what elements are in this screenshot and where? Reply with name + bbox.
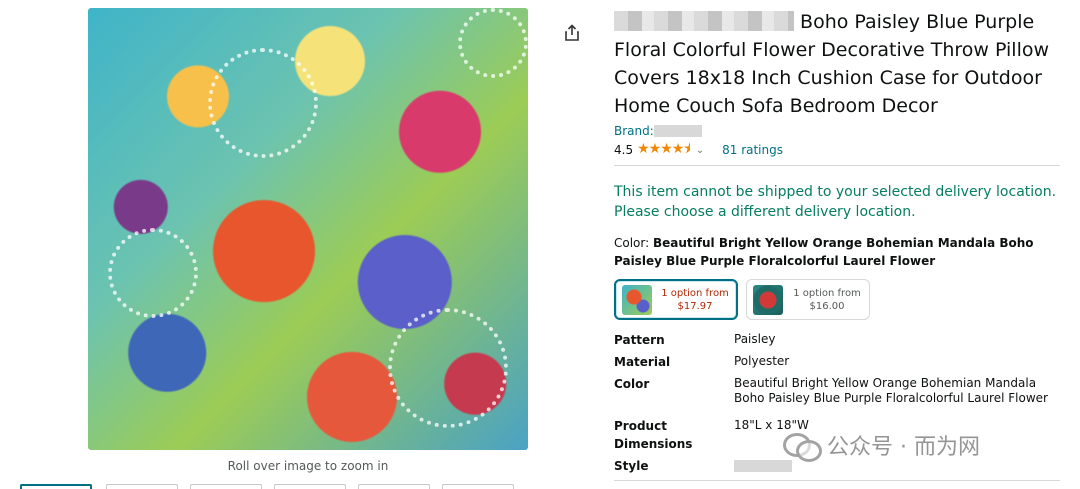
star-rating-icon[interactable]: ★★★★⯨ [637, 138, 691, 162]
zoom-hint: Roll over image to zoom in [227, 459, 389, 473]
color-swatch-1[interactable]: 1 option from $17.97 [614, 279, 738, 320]
mandala-pattern [458, 8, 528, 78]
chevron-down-icon[interactable]: ⌄ [696, 145, 704, 156]
spec-key: Material [614, 355, 671, 369]
spec-row: Pattern Paisley [614, 331, 1060, 353]
spec-row: Color Beautiful Bright Yellow Orange Boh… [614, 375, 1060, 417]
redacted-brand-name [653, 125, 702, 137]
brand-link[interactable]: Brand: [614, 124, 1064, 138]
redacted-style-value [734, 460, 792, 472]
redacted-brand-text [614, 11, 794, 31]
spec-value [734, 457, 1060, 477]
thumbnail[interactable] [190, 484, 262, 489]
color-label: Color: [614, 236, 650, 250]
color-swatch-2[interactable]: 1 option from $16.00 [746, 279, 870, 320]
swatch-price: $16.00 [809, 300, 845, 312]
spec-key: Color [614, 377, 650, 391]
thumbnail[interactable] [358, 484, 430, 489]
product-details: Boho Paisley Blue Purple Floral Colorful… [614, 8, 1064, 481]
spec-value: Paisley [734, 332, 776, 346]
swatch-thumbnail [622, 284, 652, 315]
swatch-thumbnail [753, 284, 783, 315]
spec-table: Pattern Paisley Material Polyester Color… [614, 331, 1060, 477]
spec-value: Beautiful Bright Yellow Orange Bohemian … [734, 376, 1048, 405]
product-title: Boho Paisley Blue Purple Floral Colorful… [614, 8, 1064, 120]
spec-row: Style [614, 457, 1060, 477]
ratings-count-link[interactable]: 81 ratings [722, 143, 783, 157]
spec-key: Pattern [614, 333, 665, 347]
product-main-image[interactable] [88, 8, 528, 450]
thumbnail[interactable] [20, 484, 92, 489]
swatch-option-label: 1 option from [793, 287, 861, 299]
swatch-price-text: 1 option from $17.97 [660, 287, 730, 313]
rating-value: 4.5 [614, 143, 634, 157]
selected-color-value: Beautiful Bright Yellow Orange Bohemian … [614, 236, 1034, 268]
spec-key: Style [614, 459, 649, 473]
spec-row: Material Polyester [614, 353, 1060, 375]
divider [614, 165, 1060, 166]
selected-color-line: Color: Beautiful Bright Yellow Orange Bo… [614, 234, 1054, 270]
color-swatches: 1 option from $17.97 1 option from $16.0… [614, 279, 1064, 320]
shipping-message: This item cannot be shipped to your sele… [614, 184, 1057, 220]
share-icon[interactable] [562, 24, 582, 44]
image-gallery: Roll over image to zoom in [0, 0, 600, 489]
swatch-price: $17.97 [677, 300, 713, 312]
mandala-pattern [388, 308, 508, 428]
swatch-price-text: 1 option from $16.00 [791, 287, 863, 313]
divider [614, 480, 1060, 481]
thumbnail[interactable] [106, 484, 178, 489]
swatch-option-label: 1 option from [661, 287, 729, 299]
mandala-pattern [108, 228, 198, 318]
spec-row: Product Dimensions 18"L x 18"W [614, 417, 1060, 457]
ratings-row: 4.5 ★★★★⯨ ⌄ 81 ratings [614, 141, 1064, 159]
thumbnail[interactable] [274, 484, 346, 489]
spec-value: Polyester [734, 354, 790, 368]
thumbnail-strip [20, 484, 580, 489]
spec-value: 18"L x 18"W [734, 418, 809, 432]
thumbnail[interactable] [442, 484, 514, 489]
spec-key: Product Dimensions [614, 419, 693, 451]
mandala-pattern [208, 48, 318, 158]
brand-label: Brand: [614, 124, 654, 138]
